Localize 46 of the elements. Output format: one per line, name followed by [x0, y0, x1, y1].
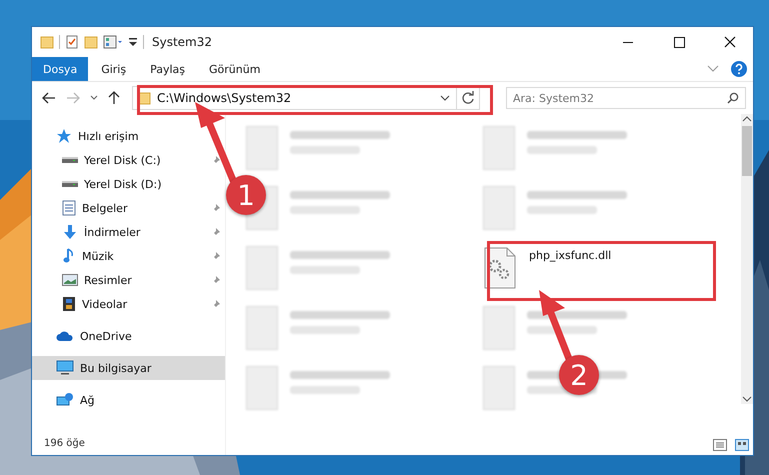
- view-icon[interactable]: [103, 35, 123, 49]
- computer-icon: [56, 360, 74, 376]
- blurred-file[interactable]: [483, 306, 627, 350]
- item-count: 196 öğe: [43, 438, 86, 451]
- properties-icon[interactable]: [65, 35, 79, 49]
- sidebar-item[interactable]: Bu bilgisayar: [32, 356, 225, 380]
- window-title: System32: [152, 35, 212, 49]
- drive-icon: [62, 181, 78, 187]
- star-icon: [56, 128, 72, 144]
- sidebar-item[interactable]: Müzik: [32, 244, 225, 268]
- document-icon: [62, 200, 76, 216]
- scroll-down-icon[interactable]: [741, 394, 753, 404]
- sidebar-item[interactable]: Yerel Disk (D:): [32, 172, 225, 196]
- sidebar-item[interactable]: Videolar: [32, 292, 225, 316]
- back-icon[interactable]: [42, 92, 56, 104]
- sidebar-item[interactable]: Yerel Disk (C:): [32, 148, 225, 172]
- sidebar-item[interactable]: OneDrive: [32, 324, 225, 348]
- cloud-icon: [56, 330, 74, 342]
- up-icon[interactable]: [108, 91, 120, 105]
- sidebar-item[interactable]: Resimler: [32, 268, 225, 292]
- search-icon: [727, 92, 739, 104]
- help-icon[interactable]: [731, 61, 747, 77]
- dropdown-icon[interactable]: [440, 95, 450, 101]
- drive-icon: [62, 157, 78, 163]
- dropdown-icon[interactable]: [128, 36, 138, 48]
- scrollbar[interactable]: [741, 114, 753, 404]
- address-field[interactable]: C:\Windows\System32: [132, 86, 480, 110]
- ribbon-tab[interactable]: Dosya: [32, 57, 88, 81]
- expand-ribbon-icon[interactable]: [707, 65, 719, 73]
- sidebar-item[interactable]: Belgeler: [32, 196, 225, 220]
- image-icon: [62, 273, 78, 287]
- file-icon[interactable]: [483, 246, 517, 290]
- large-icons-view-icon[interactable]: [735, 439, 749, 451]
- details-view-icon[interactable]: [713, 439, 727, 451]
- scroll-up-icon[interactable]: [741, 114, 753, 124]
- music-icon: [62, 248, 76, 264]
- film-icon: [62, 296, 76, 312]
- sidebar-item[interactable]: İndirmeler: [32, 220, 225, 244]
- sidebar-item[interactable]: Hızlı erişim: [32, 124, 225, 148]
- download-icon: [62, 224, 78, 240]
- recent-icon[interactable]: [90, 95, 98, 101]
- sidebar-item[interactable]: Ağ: [32, 388, 225, 412]
- search-field[interactable]: Ara: System32: [506, 87, 746, 109]
- scroll-thumb[interactable]: [742, 126, 752, 176]
- file-name[interactable]: php_ixsfunc.dll: [529, 249, 612, 262]
- network-icon: [56, 392, 74, 408]
